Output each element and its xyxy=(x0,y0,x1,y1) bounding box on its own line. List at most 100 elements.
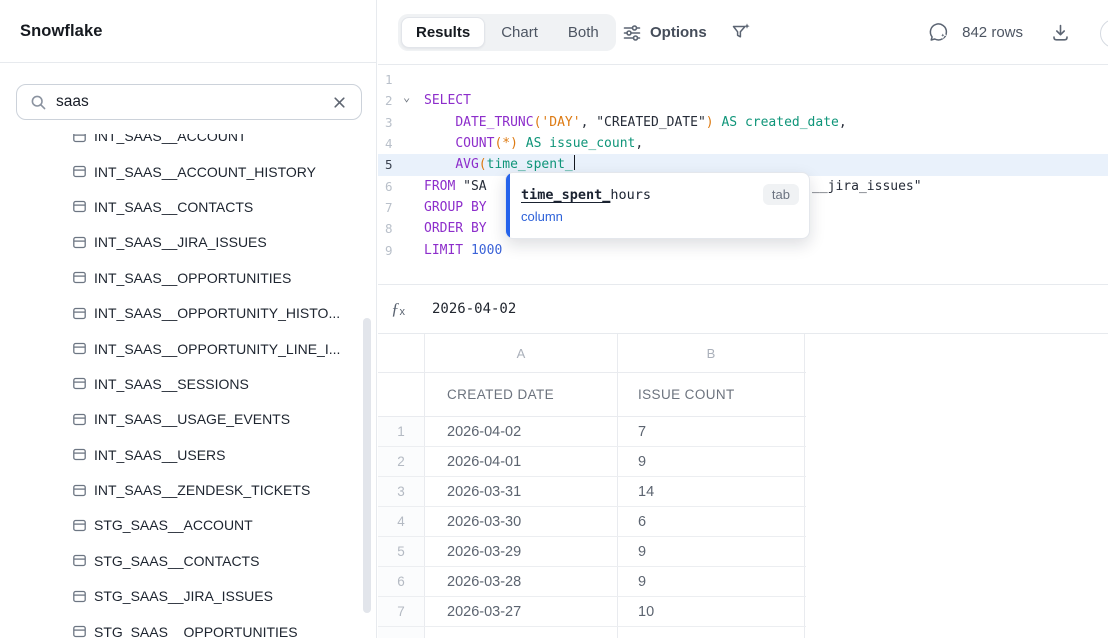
cell-issue-count[interactable]: 9 xyxy=(618,567,805,596)
autocomplete-popup: time_spent_hours tab column xyxy=(505,172,810,239)
table-name: INT_SAAS__CONTACTS xyxy=(94,199,253,215)
results-table: A B CREATED DATE ISSUE COUNT 12026-04-02… xyxy=(378,334,1108,638)
cell-issue-count[interactable]: 14 xyxy=(618,477,805,506)
sidebar-item-int_saas__account_history[interactable]: INT_SAAS__ACCOUNT_HISTORY xyxy=(0,154,362,189)
text-cursor xyxy=(574,155,576,170)
corner-cell[interactable] xyxy=(378,334,425,372)
options-button[interactable]: Options xyxy=(622,14,707,51)
column-header-row: CREATED DATE ISSUE COUNT xyxy=(378,373,806,417)
formula-bar[interactable]: ƒx 2026-04-02 xyxy=(378,284,1108,334)
sidebar-item-int_saas__jira_issues[interactable]: INT_SAAS__JIRA_ISSUES xyxy=(0,225,362,260)
table-row[interactable]: 42026-03-306 xyxy=(378,507,806,537)
clear-search-icon[interactable] xyxy=(330,93,349,112)
sidebar-item-int_saas__contacts[interactable]: INT_SAAS__CONTACTS xyxy=(0,189,362,224)
table-icon xyxy=(72,483,87,498)
sidebar-item-stg_saas__contacts[interactable]: STG_SAAS__CONTACTS xyxy=(0,543,362,578)
code-text: LIMIT 1000 xyxy=(424,240,502,261)
code-text-tail: __jira_issues" xyxy=(812,176,922,197)
table-icon xyxy=(72,447,87,462)
column-letter-b[interactable]: B xyxy=(618,334,805,372)
row-number: 1 xyxy=(378,417,425,446)
app-window: Snowflake INT_SAAS__ACCOUNTINT_SAAS__ACC… xyxy=(0,0,1108,638)
line-number: 5 xyxy=(385,154,393,175)
sidebar: Snowflake INT_SAAS__ACCOUNTINT_SAAS__ACC… xyxy=(0,0,377,638)
search-input[interactable] xyxy=(56,93,330,111)
cell-created-date[interactable]: 2026-04-01 xyxy=(425,447,618,476)
table-name: INT_SAAS__USAGE_EVENTS xyxy=(94,411,290,427)
code-line-4[interactable]: 4 COUNT(*) AS issue_count, xyxy=(378,133,1108,154)
line-number: 9 xyxy=(385,240,393,261)
row-number: 4 xyxy=(378,507,425,536)
line-number: 3 xyxy=(385,112,393,133)
tab-both[interactable]: Both xyxy=(554,17,613,48)
row-count: 842 rows xyxy=(962,24,1023,41)
options-label: Options xyxy=(650,24,707,41)
sidebar-item-int_saas__opportunity_histo...[interactable]: INT_SAAS__OPPORTUNITY_HISTO... xyxy=(0,295,362,330)
table-row[interactable]: 52026-03-299 xyxy=(378,537,806,567)
sidebar-item-int_saas__account[interactable]: INT_SAAS__ACCOUNT xyxy=(0,134,362,154)
cell-created-date[interactable]: 2026-03-30 xyxy=(425,507,618,536)
sidebar-item-int_saas__sessions[interactable]: INT_SAAS__SESSIONS xyxy=(0,366,362,401)
result-rows: 12026-04-02722026-04-01932026-03-3114420… xyxy=(378,417,806,627)
sidebar-item-int_saas__opportunities[interactable]: INT_SAAS__OPPORTUNITIES xyxy=(0,260,362,295)
table-row[interactable]: 32026-03-3114 xyxy=(378,477,806,507)
header-gutter xyxy=(378,373,425,416)
table-name: INT_SAAS__ACCOUNT_HISTORY xyxy=(94,164,316,180)
code-line-1[interactable]: 1 xyxy=(378,69,1108,90)
sidebar-item-stg_saas__jira_issues[interactable]: STG_SAAS__JIRA_ISSUES xyxy=(0,579,362,614)
toolbar-right-group: 842 rows xyxy=(927,0,1108,65)
code-line-9[interactable]: 9 LIMIT 1000 xyxy=(378,240,1108,261)
sidebar-scrollbar[interactable] xyxy=(363,318,371,613)
suggestion-name: time_spent_hours xyxy=(521,187,651,203)
code-line-2[interactable]: 2⌄SELECT xyxy=(378,90,1108,111)
table-name: INT_SAAS__ZENDESK_TICKETS xyxy=(94,482,310,498)
sidebar-item-int_saas__usage_events[interactable]: INT_SAAS__USAGE_EVENTS xyxy=(0,402,362,437)
suggestion-kind: column xyxy=(521,209,563,224)
download-icon[interactable] xyxy=(1050,22,1071,43)
tab-key-hint: tab xyxy=(763,184,799,205)
cell-created-date[interactable]: 2026-03-31 xyxy=(425,477,618,506)
line-number: 2 xyxy=(385,90,393,111)
table-icon xyxy=(72,589,87,604)
sidebar-item-int_saas__opportunity_line_i...[interactable]: INT_SAAS__OPPORTUNITY_LINE_I... xyxy=(0,331,362,366)
column-header-issue-count[interactable]: ISSUE COUNT xyxy=(618,373,805,416)
table-row[interactable]: 12026-04-027 xyxy=(378,417,806,447)
cell-created-date[interactable]: 2026-03-27 xyxy=(425,597,618,626)
table-icon xyxy=(72,624,87,638)
sidebar-item-stg_saas__opportunities[interactable]: STG_SAAS__OPPORTUNITIES xyxy=(0,614,362,638)
tab-results[interactable]: Results xyxy=(401,17,485,48)
column-letter-row: A B xyxy=(378,334,806,373)
ai-filter-icon[interactable] xyxy=(730,21,752,43)
cell-issue-count[interactable]: 7 xyxy=(618,417,805,446)
table-name: INT_SAAS__USERS xyxy=(94,447,226,463)
sidebar-item-int_saas__zendesk_tickets[interactable]: INT_SAAS__ZENDESK_TICKETS xyxy=(0,472,362,507)
cell-created-date[interactable]: 2026-04-02 xyxy=(425,417,618,446)
table-row[interactable]: 22026-04-019 xyxy=(378,447,806,477)
fold-chevron-icon[interactable]: ⌄ xyxy=(403,87,410,108)
table-row[interactable]: 62026-03-289 xyxy=(378,567,806,597)
table-row[interactable]: 72026-03-2710 xyxy=(378,597,806,627)
tab-chart[interactable]: Chart xyxy=(487,17,552,48)
column-letter-a[interactable]: A xyxy=(425,334,618,372)
search-box[interactable] xyxy=(16,84,362,120)
sidebar-item-int_saas__users[interactable]: INT_SAAS__USERS xyxy=(0,437,362,472)
table-name: INT_SAAS__OPPORTUNITY_HISTO... xyxy=(94,305,340,321)
column-header-created-date[interactable]: CREATED DATE xyxy=(425,373,618,416)
sidebar-item-stg_saas__account[interactable]: STG_SAAS__ACCOUNT xyxy=(0,508,362,543)
ai-chat-icon[interactable] xyxy=(927,21,950,44)
row-number: 7 xyxy=(378,597,425,626)
line-number: 7 xyxy=(385,197,393,218)
autocomplete-suggestion[interactable]: time_spent_hours tab xyxy=(521,184,799,205)
cell-issue-count[interactable]: 9 xyxy=(618,447,805,476)
cell-issue-count[interactable]: 6 xyxy=(618,507,805,536)
cell-created-date[interactable]: 2026-03-29 xyxy=(425,537,618,566)
table-list: INT_SAAS__ACCOUNT INT_SAAS__ACCOUNT_HISTO… xyxy=(0,134,362,638)
table-name: INT_SAAS__SESSIONS xyxy=(94,376,249,392)
cell-created-date[interactable]: 2026-03-28 xyxy=(425,567,618,596)
code-line-3[interactable]: 3 DATE_TRUNC('DAY', "CREATED_DATE") AS c… xyxy=(378,112,1108,133)
table-icon xyxy=(72,270,87,285)
formula-value: 2026-04-02 xyxy=(432,301,516,317)
cell-issue-count[interactable]: 9 xyxy=(618,537,805,566)
cell-issue-count[interactable]: 10 xyxy=(618,597,805,626)
row-number: 2 xyxy=(378,447,425,476)
